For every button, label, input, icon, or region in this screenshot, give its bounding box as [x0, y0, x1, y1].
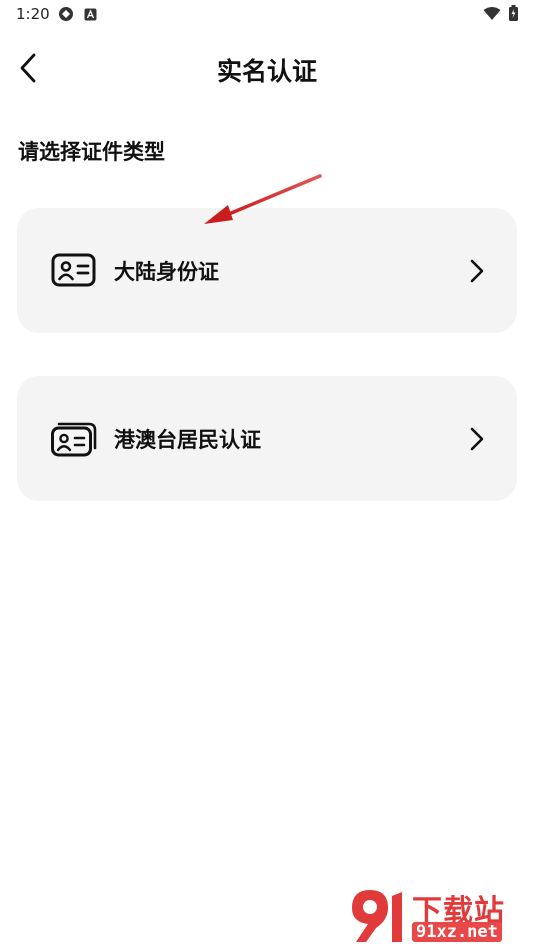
option-label: 大陆身份证 — [114, 260, 219, 284]
status-right-icons — [483, 5, 518, 21]
battery-icon — [509, 5, 518, 21]
section-title: 请选择证件类型 — [18, 140, 165, 164]
screen: 1:20 实名认证 请选择证件类型 大陆身份证 港澳台居民认证 下载站 91xz… — [0, 0, 534, 950]
chevron-right-icon — [470, 259, 484, 283]
status-bar: 1:20 — [0, 0, 534, 28]
annotation-arrow-icon — [204, 174, 322, 224]
chevron-right-icon — [470, 427, 484, 451]
option-hk-macao-taiwan-resident[interactable]: 港澳台居民认证 — [17, 376, 517, 501]
option-label: 港澳台居民认证 — [114, 428, 261, 452]
sync-icon — [59, 7, 73, 21]
page-title: 实名认证 — [216, 57, 317, 86]
wifi-icon — [483, 6, 501, 20]
status-left-icons — [58, 6, 97, 22]
id-cards-stack-icon — [51, 422, 97, 457]
header: 实名认证 — [0, 40, 534, 96]
id-card-icon — [51, 253, 96, 287]
a-badge-icon — [84, 8, 97, 20]
91-logo-icon — [352, 890, 402, 942]
watermark-text-bottom: 91xz.net — [412, 922, 502, 942]
status-time: 1:20 — [16, 5, 50, 23]
watermark: 下载站 91xz.net — [348, 886, 528, 946]
